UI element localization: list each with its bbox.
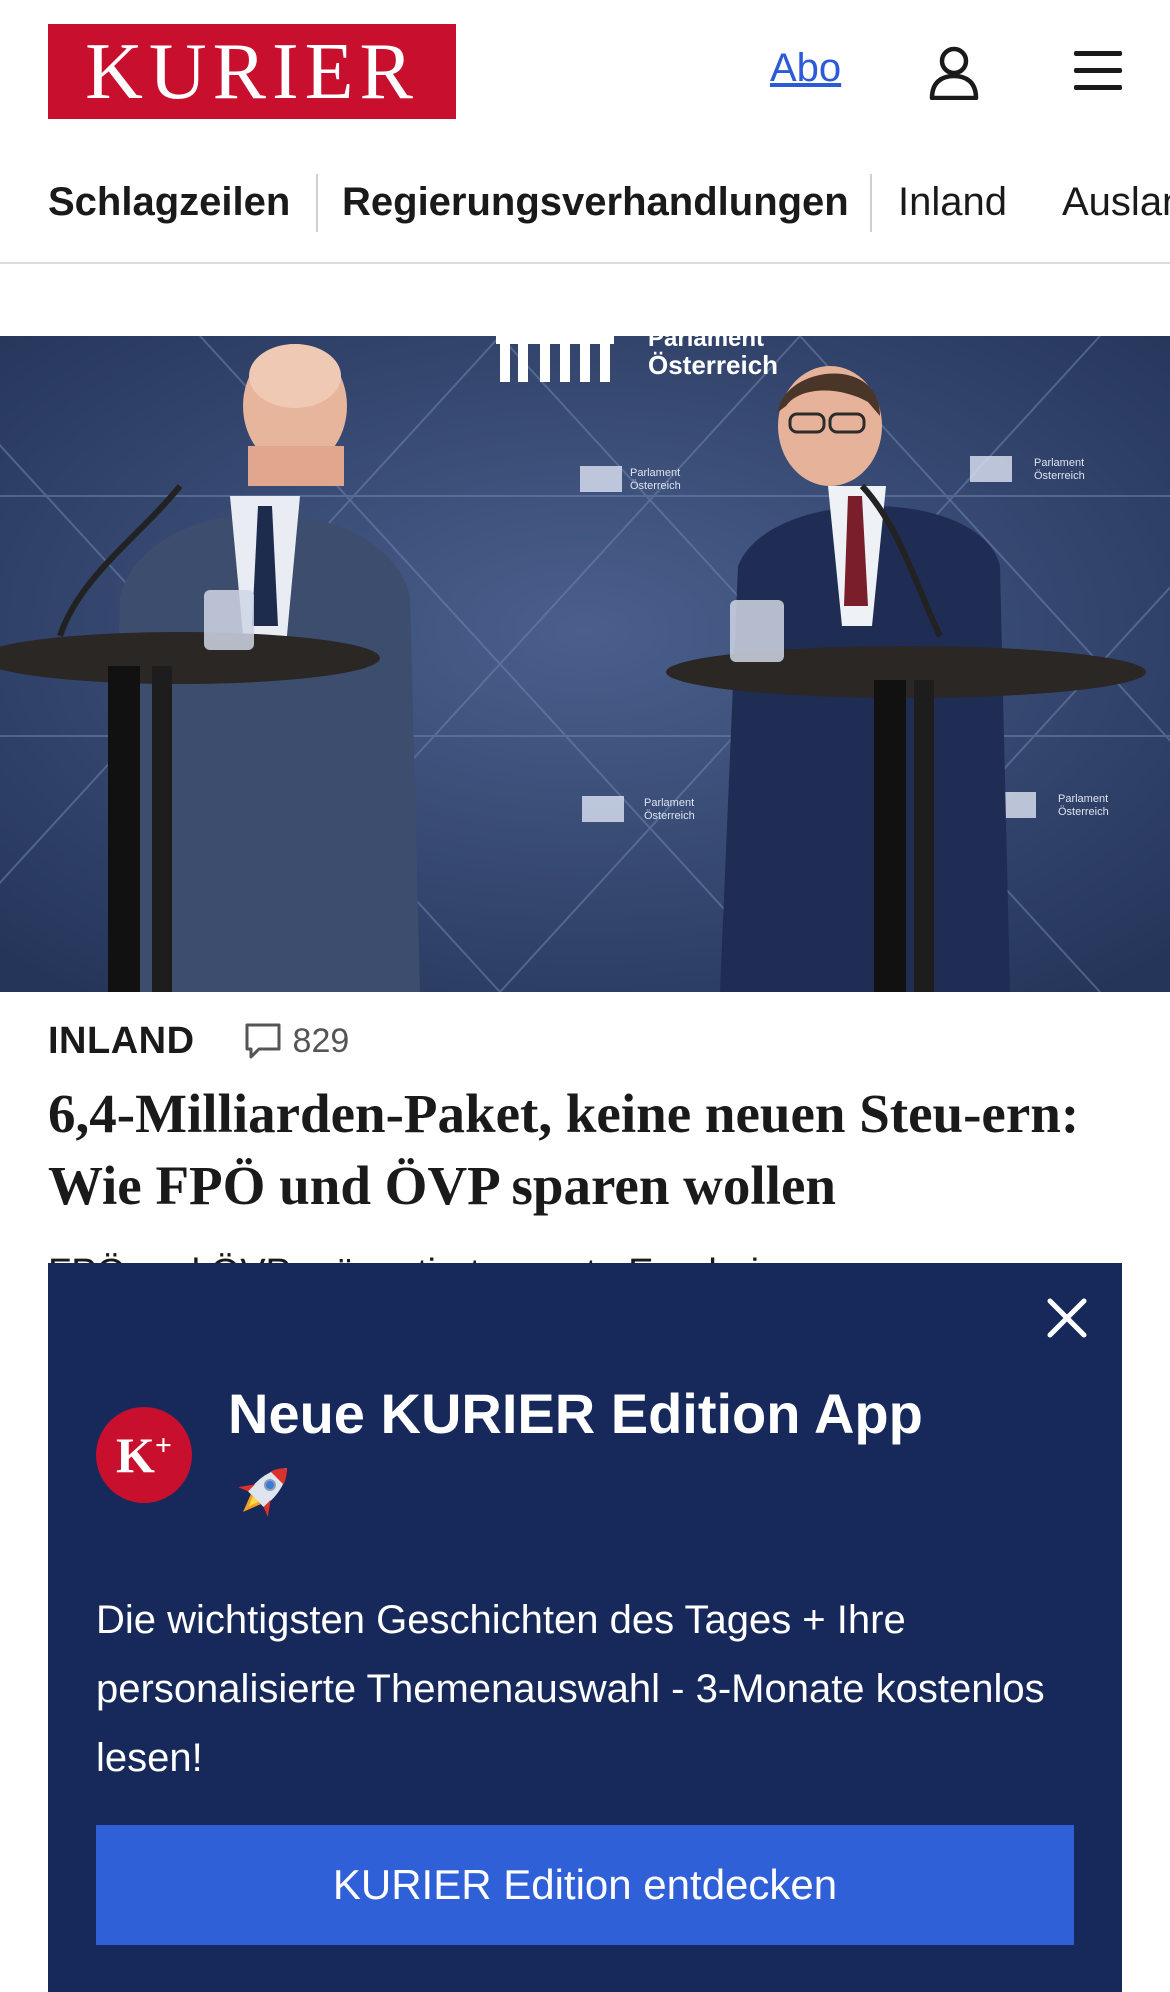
svg-text:Österreich: Österreich [630, 480, 681, 492]
nav-divider [316, 174, 318, 232]
svg-text:Österreich: Österreich [644, 810, 695, 822]
nav-item-schlagzeilen[interactable]: Schlagzeilen [48, 180, 290, 225]
comment-count[interactable]: 829 [293, 1022, 350, 1061]
close-icon[interactable] [1042, 1293, 1092, 1343]
article-headline[interactable]: 6,4-Milliarden-Paket, keine neuen Steu-e… [48, 1078, 1128, 1222]
svg-text:Österreich: Österreich [1058, 806, 1109, 818]
svg-text:Parlament: Parlament [630, 467, 680, 479]
svg-text:Parlament: Parlament [1058, 793, 1108, 805]
hamburger-menu-icon[interactable] [1072, 48, 1124, 94]
kurier-logo[interactable]: KURIER [48, 24, 456, 119]
backdrop-text: Österreich [648, 350, 778, 380]
svg-text:Parlament: Parlament [1034, 457, 1084, 469]
discover-edition-button[interactable]: KURIER Edition entdecken [96, 1825, 1074, 1945]
article-category[interactable]: INLAND [48, 1020, 195, 1063]
article-meta: INLAND 829 [48, 1016, 349, 1066]
rocket-icon [238, 1468, 287, 1517]
promo-title: Neue KURIER Edition App [228, 1382, 923, 1445]
nav-item-ausland[interactable]: Ausland [1062, 180, 1170, 225]
svg-text:Österreich: Österreich [1034, 470, 1085, 482]
promo-description: Die wichtigsten Geschichten des Tages + … [96, 1598, 1045, 1780]
kurier-plus-badge: K + [96, 1407, 192, 1503]
svg-text:Parlament: Parlament [644, 797, 694, 809]
article-lead-teaser: FPÖ und ÖVP präsentierten erste Ergebnis… [48, 1248, 1048, 1264]
abo-link[interactable]: Abo [770, 46, 841, 91]
comment-bubble-icon[interactable] [243, 1021, 283, 1061]
article-hero-image[interactable]: Parlament Österreich Parlament Österreic… [0, 336, 1170, 992]
user-icon[interactable] [928, 44, 980, 100]
press-conference-photo: Parlament Österreich Parlament Österreic… [0, 336, 1170, 992]
nav-item-inland[interactable]: Inland [898, 180, 1007, 225]
section-nav: Schlagzeilen Regierungsverhandlungen Inl… [0, 160, 1170, 264]
nav-item-regierungsverhandlungen[interactable]: Regierungsverhandlungen [342, 180, 849, 225]
nav-divider [870, 174, 872, 232]
site-header: KURIER Abo [0, 0, 1170, 145]
edition-app-promo: K + Neue KURIER Edition App Die wichtigst… [48, 1263, 1122, 1992]
